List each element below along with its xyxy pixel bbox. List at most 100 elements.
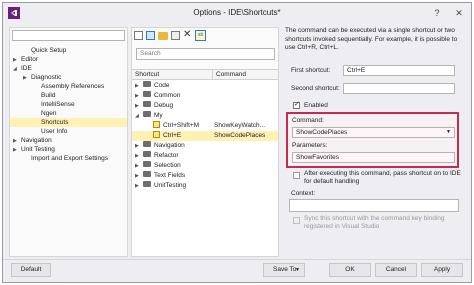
context-input[interactable] (289, 199, 459, 212)
collapsed-arrow-icon[interactable]: ▶ (13, 146, 21, 155)
shortcut-icon (153, 120, 160, 128)
tree-item-build[interactable]: Build (10, 91, 127, 100)
collapsed-arrow-icon[interactable]: ▶ (135, 171, 143, 181)
ok-button[interactable]: OK (329, 263, 371, 277)
options-search-input[interactable] (12, 30, 125, 41)
delete-icon[interactable]: ✕ (183, 29, 191, 40)
tree-item-label: Import and Export Settings (31, 155, 108, 162)
shortcut-cell: ▶ UnitTesting (135, 181, 186, 191)
shortcut-search-input[interactable]: Search (136, 48, 275, 60)
tree-item-ngen[interactable]: Ngen (10, 109, 127, 118)
tree-item-editor[interactable]: ▶ Editor (10, 55, 127, 64)
new-shortcut-icon[interactable] (134, 31, 143, 40)
shortcut-folder-row[interactable]: ▶ Code (132, 81, 278, 91)
second-shortcut-input[interactable] (343, 83, 455, 94)
column-header-shortcut[interactable]: Shortcut (135, 70, 159, 80)
edit-shortcut-icon[interactable] (146, 31, 155, 40)
copy-icon[interactable] (171, 31, 180, 40)
save-to-label: Save To (273, 266, 297, 273)
shortcut-details-panel: The command can be executed via a single… (285, 27, 467, 257)
folder-icon (143, 111, 151, 118)
shortcut-folder-row[interactable]: ▶ Selection (132, 161, 278, 171)
tree-item-label: IntelliSense (41, 101, 75, 108)
sync-checkbox[interactable] (293, 217, 300, 224)
tree-item-unit-testing[interactable]: ▶ Unit Testing (10, 145, 127, 154)
tree-item-diagnostic[interactable]: ▶ Diagnostic (10, 73, 127, 82)
collapsed-arrow-icon[interactable]: ▶ (135, 91, 143, 101)
expanded-arrow-icon[interactable]: ◢ (135, 111, 143, 121)
shortcut-folder-row[interactable]: ▶ UnitTesting (132, 181, 278, 191)
close-button[interactable]: ✕ (449, 5, 469, 21)
context-label: Context: (291, 190, 316, 197)
shortcut-label: Text Fields (154, 172, 186, 179)
shortcut-label: Code (154, 82, 170, 89)
shortcut-row[interactable]: Ctrl+E ShowCodePlaces (132, 130, 278, 141)
default-button[interactable]: Default (11, 263, 51, 277)
shortcut-folder-row[interactable]: ▶ Debug (132, 101, 278, 111)
enabled-checkbox[interactable]: ✓ (293, 101, 300, 109)
shortcut-folder-row[interactable]: ▶ Common (132, 91, 278, 101)
tree-item-assembly-references[interactable]: Assembly References (10, 82, 127, 91)
shortcut-cell: Ctrl+E (145, 130, 181, 141)
folder-icon (143, 91, 151, 98)
tree-item-intellisense[interactable]: IntelliSense (10, 100, 127, 109)
folder-icon (143, 161, 151, 168)
shortcut-folder-row[interactable]: ▶ Text Fields (132, 171, 278, 181)
collapsed-arrow-icon[interactable]: ▶ (23, 74, 31, 83)
tree-item-quick-setup[interactable]: Quick Setup (10, 46, 127, 55)
command-select[interactable]: ShowCodePlaces ▼ (292, 127, 455, 138)
shortcut-label: Ctrl+Shift+M (163, 122, 200, 129)
new-folder-icon[interactable] (158, 32, 168, 40)
shortcut-label: Refactor (154, 152, 179, 159)
apply-button[interactable]: Apply (421, 263, 463, 277)
options-tree: Quick Setup ▶ Editor ◢ IDE ▶ Diagnostic Assembl… (10, 46, 127, 163)
tree-item-shortcuts[interactable]: Shortcuts (10, 118, 127, 127)
tree-item-label: Build (41, 92, 56, 99)
tree-item-label: Diagnostic (31, 74, 62, 81)
shortcut-cell: ▶ Code (135, 81, 170, 91)
folder-icon (143, 81, 151, 88)
collapsed-arrow-icon[interactable]: ▶ (135, 161, 143, 171)
command-label: Command: (292, 117, 324, 124)
shortcut-label: Common (154, 92, 181, 99)
tree-item-label: Unit Testing (21, 146, 55, 153)
tree-item-navigation[interactable]: ▶ Navigation (10, 136, 127, 145)
parameters-label: Parameters: (292, 142, 328, 149)
command-parameters-highlight: Command: ShowCodePlaces ▼ Parameters: Sh… (286, 112, 459, 168)
pass-shortcut-checkbox[interactable] (293, 172, 300, 179)
shortcut-cell: ▶ Text Fields (135, 171, 185, 181)
save-to-button[interactable]: Save To ▼ (263, 263, 305, 277)
shortcut-cell: ▶ Refactor (135, 151, 179, 161)
tree-item-user-info[interactable]: User Info (10, 127, 127, 136)
expanded-arrow-icon[interactable]: ◢ (13, 65, 21, 74)
shortcut-cell: Ctrl+Shift+M (145, 120, 200, 131)
first-shortcut-input[interactable]: Ctrl+E (343, 65, 455, 76)
collapsed-arrow-icon[interactable]: ▶ (135, 101, 143, 111)
collapsed-arrow-icon[interactable]: ▶ (135, 141, 143, 151)
shortcut-row[interactable]: Ctrl+Shift+M ShowKeyWatch... (132, 120, 278, 131)
tree-item-label: IDE (21, 65, 32, 72)
enabled-label: Enabled (304, 102, 328, 109)
shortcut-folder-row[interactable]: ▶ Navigation (132, 141, 278, 151)
check-icon: ✓ (294, 101, 300, 108)
text-format-icon[interactable]: ab (195, 30, 206, 41)
shortcut-label: Navigation (154, 142, 185, 149)
shortcut-cell: ▶ Navigation (135, 141, 185, 151)
collapsed-arrow-icon[interactable]: ▶ (135, 181, 143, 191)
tree-item-ide[interactable]: ◢ IDE (10, 64, 127, 73)
tree-item-label: Editor (21, 56, 38, 63)
collapsed-arrow-icon[interactable]: ▶ (135, 81, 143, 91)
cancel-button[interactable]: Cancel (375, 263, 417, 277)
shortcut-label: Debug (154, 102, 174, 109)
collapsed-arrow-icon[interactable]: ▶ (135, 151, 143, 161)
column-header-command[interactable]: Command (212, 70, 246, 80)
shortcut-cell: ◢ My (135, 111, 163, 121)
tree-item-label: User Info (41, 128, 68, 135)
tree-item-import-and-export-settings[interactable]: Import and Export Settings (10, 154, 127, 163)
help-button[interactable]: ? (427, 5, 447, 21)
shortcut-cell: ▶ Common (135, 91, 180, 101)
parameters-input[interactable]: ShowFavorites (292, 152, 455, 163)
shortcut-folder-row[interactable]: ▶ Refactor (132, 151, 278, 161)
options-window: Options - IDE\Shortcuts* ? ✕ Quick Setup… (2, 2, 472, 283)
shortcut-folder-row[interactable]: ◢ My (132, 111, 278, 121)
